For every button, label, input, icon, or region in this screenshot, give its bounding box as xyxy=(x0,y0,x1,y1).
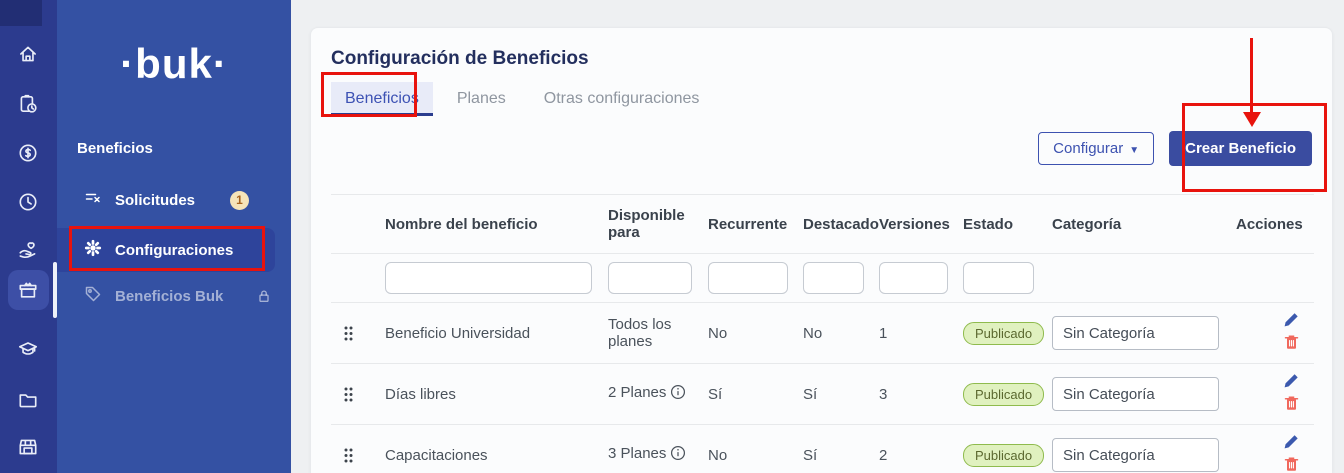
cell-destacado: Sí xyxy=(803,364,879,425)
main-content-card: Configuración de Beneficios Beneficios P… xyxy=(310,27,1333,473)
tag-icon xyxy=(84,285,102,307)
app-window: ·buk· Beneficios Solicitudes 1 Configura… xyxy=(0,0,1344,473)
hand-heart-icon[interactable] xyxy=(7,230,49,270)
folder-icon[interactable] xyxy=(7,380,49,420)
cell-versiones: 3 xyxy=(879,364,963,425)
cell-nombre: Capacitaciones xyxy=(385,425,608,473)
filter-input[interactable] xyxy=(879,262,948,294)
notification-badge: 1 xyxy=(230,191,249,210)
list-check-icon xyxy=(84,189,102,211)
cell-recurrente: No xyxy=(708,425,803,473)
tab-otras-configuraciones[interactable]: Otras configuraciones xyxy=(530,82,714,116)
sidebar-item-label: Solicitudes xyxy=(115,192,195,209)
rail-top-block xyxy=(0,0,42,26)
icon-rail xyxy=(0,0,57,473)
column-header: Recurrente xyxy=(708,195,803,254)
filter-input[interactable] xyxy=(803,262,864,294)
filter-input[interactable] xyxy=(385,262,592,294)
categoria-select[interactable]: Sin Categoría xyxy=(1052,377,1219,411)
column-header: Disponible para xyxy=(608,195,708,254)
cell-nombre: Días libres xyxy=(385,364,608,425)
configurar-button[interactable]: Configurar▼ xyxy=(1038,132,1154,165)
status-badge: Publicado xyxy=(963,383,1044,406)
clipboard-clock-icon[interactable] xyxy=(7,84,49,124)
delete-trash-icon[interactable] xyxy=(1283,333,1300,351)
cell-versiones: 2 xyxy=(879,425,963,473)
info-icon[interactable] xyxy=(670,387,686,404)
table-row: Capacitaciones3 PlanesNoSí2Publicado Sin … xyxy=(331,425,1314,473)
active-module-bar xyxy=(53,262,57,318)
gear-icon xyxy=(84,239,102,261)
sidebar-item-solicitudes[interactable]: Solicitudes 1 xyxy=(57,178,275,222)
lock-icon xyxy=(256,288,272,304)
table-row: Beneficio UniversidadTodos los planesNoN… xyxy=(331,303,1314,364)
table-row: Días libres2 PlanesSíSí3PublicadoSin Cat… xyxy=(331,364,1314,425)
tab-beneficios[interactable]: Beneficios xyxy=(331,82,433,116)
categoria-select[interactable]: Sin Categoría xyxy=(1052,438,1219,472)
toolbar: Configurar▼ Crear Beneficio xyxy=(331,131,1312,166)
clock-icon[interactable] xyxy=(7,182,49,222)
sidebar-item-label: Configuraciones xyxy=(115,242,233,259)
cell-disponible: 3 Planes xyxy=(608,425,708,473)
sidebar-item-label: Beneficios Buk xyxy=(115,288,223,305)
column-header: Acciones xyxy=(1236,195,1314,254)
edit-pencil-icon[interactable] xyxy=(1282,433,1300,451)
sidebar: ·buk· Beneficios Solicitudes 1 Configura… xyxy=(57,0,291,473)
categoria-select[interactable]: Sin Categoría xyxy=(1052,316,1219,350)
cell-nombre: Beneficio Universidad xyxy=(385,303,608,364)
delete-trash-icon[interactable] xyxy=(1283,455,1300,473)
status-badge: Publicado xyxy=(963,322,1044,345)
filter-input[interactable] xyxy=(963,262,1034,294)
home-icon[interactable] xyxy=(7,34,49,74)
column-header: Categoría xyxy=(1052,195,1236,254)
filter-input[interactable] xyxy=(608,262,692,294)
benefits-table: Nombre del beneficioDisponible paraRecur… xyxy=(331,194,1314,473)
drag-handle-icon[interactable] xyxy=(341,382,356,407)
column-header: Estado xyxy=(963,195,1052,254)
cell-disponible: Todos los planes xyxy=(608,303,708,364)
tab-bar: Beneficios Planes Otras configuraciones xyxy=(331,82,1312,116)
drag-handle-icon[interactable] xyxy=(341,443,356,468)
money-icon[interactable] xyxy=(7,133,49,173)
sidebar-section-title: Beneficios xyxy=(77,140,153,157)
cell-recurrente: No xyxy=(708,303,803,364)
gift-icon[interactable] xyxy=(7,270,49,310)
edit-pencil-icon[interactable] xyxy=(1282,372,1300,390)
column-header: Nombre del beneficio xyxy=(385,195,608,254)
sidebar-item-beneficios-buk[interactable]: Beneficios Buk xyxy=(57,274,275,318)
status-badge: Publicado xyxy=(963,444,1044,467)
page-title: Configuración de Beneficios xyxy=(331,48,1312,70)
storefront-icon[interactable] xyxy=(7,427,49,467)
graduation-cap-icon[interactable] xyxy=(7,329,49,369)
buk-logo: ·buk· xyxy=(57,40,291,88)
column-header-handle xyxy=(331,195,385,254)
sidebar-item-configuraciones[interactable]: Configuraciones xyxy=(57,228,275,272)
cell-destacado: No xyxy=(803,303,879,364)
cell-destacado: Sí xyxy=(803,425,879,473)
chevron-down-icon: ▼ xyxy=(1129,145,1139,156)
info-icon[interactable] xyxy=(670,448,686,465)
crear-beneficio-button[interactable]: Crear Beneficio xyxy=(1169,131,1312,166)
tab-planes[interactable]: Planes xyxy=(443,82,520,116)
delete-trash-icon[interactable] xyxy=(1283,394,1300,412)
filter-input[interactable] xyxy=(708,262,788,294)
cell-versiones: 1 xyxy=(879,303,963,364)
column-header: Destacado xyxy=(803,195,879,254)
drag-handle-icon[interactable] xyxy=(341,321,356,346)
cell-disponible: 2 Planes xyxy=(608,364,708,425)
edit-pencil-icon[interactable] xyxy=(1282,311,1300,329)
cell-recurrente: Sí xyxy=(708,364,803,425)
column-header: Versiones xyxy=(879,195,963,254)
